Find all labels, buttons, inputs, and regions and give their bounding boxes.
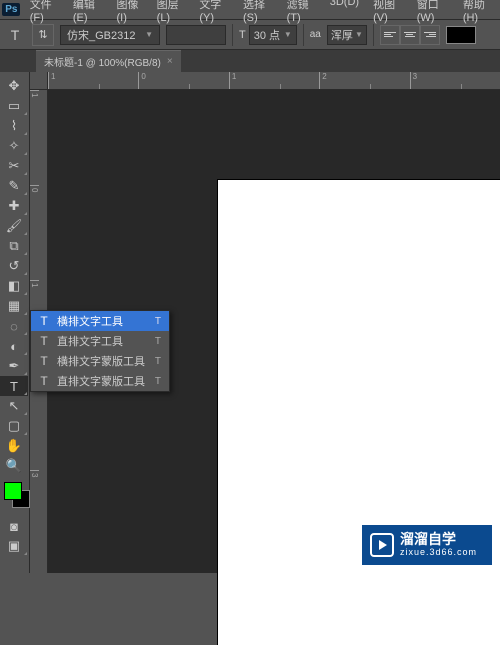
type-icon: T — [37, 314, 51, 328]
type-mask-icon: T — [37, 354, 51, 368]
ruler-tick: 0 — [138, 72, 228, 89]
screenmode-toggle[interactable]: ▣ — [0, 536, 28, 556]
ruler-tick: 1 — [229, 72, 319, 89]
flyout-horizontal-type[interactable]: T 横排文字工具 T — [31, 311, 169, 331]
ruler-corner — [30, 72, 48, 90]
healing-brush-tool[interactable]: ✚ — [0, 196, 28, 216]
clone-stamp-tool[interactable]: ⧉ — [0, 236, 28, 256]
ruler-tick: 0 — [30, 185, 39, 280]
history-brush-tool[interactable]: ↺ — [0, 256, 28, 276]
menu-image[interactable]: 图像(I) — [109, 0, 149, 27]
marquee-tool[interactable]: ▭ — [0, 96, 28, 116]
align-center-button[interactable] — [400, 25, 420, 45]
align-left-button[interactable] — [380, 25, 400, 45]
text-color-swatch[interactable] — [446, 26, 476, 44]
eyedropper-tool[interactable]: ✎ — [0, 176, 28, 196]
blur-tool[interactable]: ◌ — [0, 316, 28, 336]
play-icon — [370, 533, 394, 557]
font-size-icon: T — [239, 29, 246, 41]
brush-tool[interactable]: 🖌 — [0, 216, 28, 236]
divider — [232, 24, 233, 46]
document-canvas[interactable] — [218, 180, 500, 645]
crop-tool[interactable]: ✂ — [0, 156, 28, 176]
magic-wand-tool[interactable]: ✧ — [0, 136, 28, 156]
divider — [373, 24, 374, 46]
menu-layer[interactable]: 图层(L) — [150, 0, 193, 27]
shape-tool[interactable]: ▢ — [0, 416, 28, 436]
type-mask-icon: T — [37, 374, 51, 388]
app-logo: Ps — [0, 0, 23, 20]
flyout-shortcut: T — [155, 376, 161, 387]
type-tool[interactable]: T — [0, 376, 28, 396]
ruler-tick: 1 — [48, 72, 138, 89]
menubar: Ps 文件(F) 编辑(E) 图像(I) 图层(L) 文字(Y) 选择(S) 滤… — [0, 0, 500, 20]
ruler-tick: 3 — [410, 72, 500, 89]
menu-filter[interactable]: 滤镜(T) — [280, 0, 323, 27]
color-swatches — [0, 480, 29, 516]
menu-select[interactable]: 选择(S) — [236, 0, 280, 27]
antialias-value: 浑厚 — [331, 27, 353, 43]
quickmask-toggle[interactable]: ◙ — [0, 516, 28, 536]
ruler-tick: 3 — [30, 470, 39, 565]
flyout-label: 横排文字蒙版工具 — [57, 353, 149, 369]
font-style-select[interactable] — [166, 25, 226, 45]
watermark-text: 溜溜自学 zixue.3d66.com — [400, 532, 477, 557]
watermark: 溜溜自学 zixue.3d66.com — [362, 525, 492, 565]
font-size-value: 30 点 — [254, 27, 280, 43]
divider — [303, 24, 304, 46]
watermark-title: 溜溜自学 — [400, 532, 477, 547]
ruler-tick: 1 — [30, 90, 39, 185]
type-tool-icon[interactable]: T — [4, 24, 26, 46]
move-tool[interactable]: ✥ — [0, 76, 28, 96]
font-size-group: T 30 点 ▼ — [239, 25, 297, 45]
text-align-group — [380, 25, 440, 45]
foreground-color[interactable] — [4, 482, 22, 500]
ruler-horizontal[interactable]: 1 0 1 2 3 — [48, 72, 500, 90]
zoom-tool[interactable]: 🔍 — [0, 456, 28, 476]
chevron-down-icon: ▼ — [355, 30, 363, 39]
options-bar: T ⇅ 仿宋_GB2312 ▼ T 30 点 ▼ aa 浑厚 ▼ — [0, 20, 500, 50]
flyout-horizontal-type-mask[interactable]: T 横排文字蒙版工具 T — [31, 351, 169, 371]
flyout-vertical-type-mask[interactable]: T 直排文字蒙版工具 T — [31, 371, 169, 391]
text-orientation-toggle[interactable]: ⇅ — [32, 24, 54, 46]
menu-help[interactable]: 帮助(H) — [456, 0, 500, 27]
lasso-tool[interactable]: ⌇ — [0, 116, 28, 136]
gradient-tool[interactable]: ▦ — [0, 296, 28, 316]
path-selection-tool[interactable]: ↖ — [0, 396, 28, 416]
watermark-subtitle: zixue.3d66.com — [400, 548, 477, 558]
menu-edit[interactable]: 编辑(E) — [66, 0, 110, 27]
document-tabbar: 未标题-1 @ 100%(RGB/8) × — [0, 50, 500, 72]
menu-window[interactable]: 窗口(W) — [410, 0, 456, 27]
flyout-label: 直排文字工具 — [57, 333, 149, 349]
menu-3d[interactable]: 3D(D) — [323, 0, 366, 27]
ruler-tick: 2 — [319, 72, 409, 89]
toolbox: ✥ ▭ ⌇ ✧ ✂ ✎ ✚ 🖌 ⧉ ↺ ◧ ▦ ◌ ◐ ✒ T ↖ ▢ ✋ 🔍 … — [0, 72, 30, 573]
flyout-vertical-type[interactable]: T 直排文字工具 T — [31, 331, 169, 351]
chevron-down-icon: ▼ — [145, 30, 153, 39]
flyout-label: 横排文字工具 — [57, 313, 149, 329]
hand-tool[interactable]: ✋ — [0, 436, 28, 456]
font-family-select[interactable]: 仿宋_GB2312 ▼ — [60, 25, 160, 45]
menu-type[interactable]: 文字(Y) — [192, 0, 236, 27]
flyout-shortcut: T — [155, 336, 161, 347]
document-tab-title: 未标题-1 @ 100%(RGB/8) — [44, 54, 161, 69]
font-size-input[interactable]: 30 点 ▼ — [249, 25, 297, 45]
pen-tool[interactable]: ✒ — [0, 356, 28, 376]
close-icon[interactable]: × — [167, 56, 173, 67]
antialias-select[interactable]: 浑厚 ▼ — [327, 25, 367, 45]
flyout-shortcut: T — [155, 356, 161, 367]
type-icon: T — [37, 334, 51, 348]
dodge-tool[interactable]: ◐ — [0, 336, 28, 356]
menu-items: 文件(F) 编辑(E) 图像(I) 图层(L) 文字(Y) 选择(S) 滤镜(T… — [23, 0, 500, 27]
flyout-label: 直排文字蒙版工具 — [57, 373, 149, 389]
document-tab[interactable]: 未标题-1 @ 100%(RGB/8) × — [36, 50, 181, 72]
type-tool-flyout: T 横排文字工具 T T 直排文字工具 T T 横排文字蒙版工具 T T 直排文… — [30, 310, 170, 392]
antialias-label: aa — [310, 29, 321, 40]
font-family-value: 仿宋_GB2312 — [67, 27, 135, 43]
flyout-shortcut: T — [155, 316, 161, 327]
eraser-tool[interactable]: ◧ — [0, 276, 28, 296]
align-right-button[interactable] — [420, 25, 440, 45]
chevron-down-icon: ▼ — [284, 30, 292, 39]
